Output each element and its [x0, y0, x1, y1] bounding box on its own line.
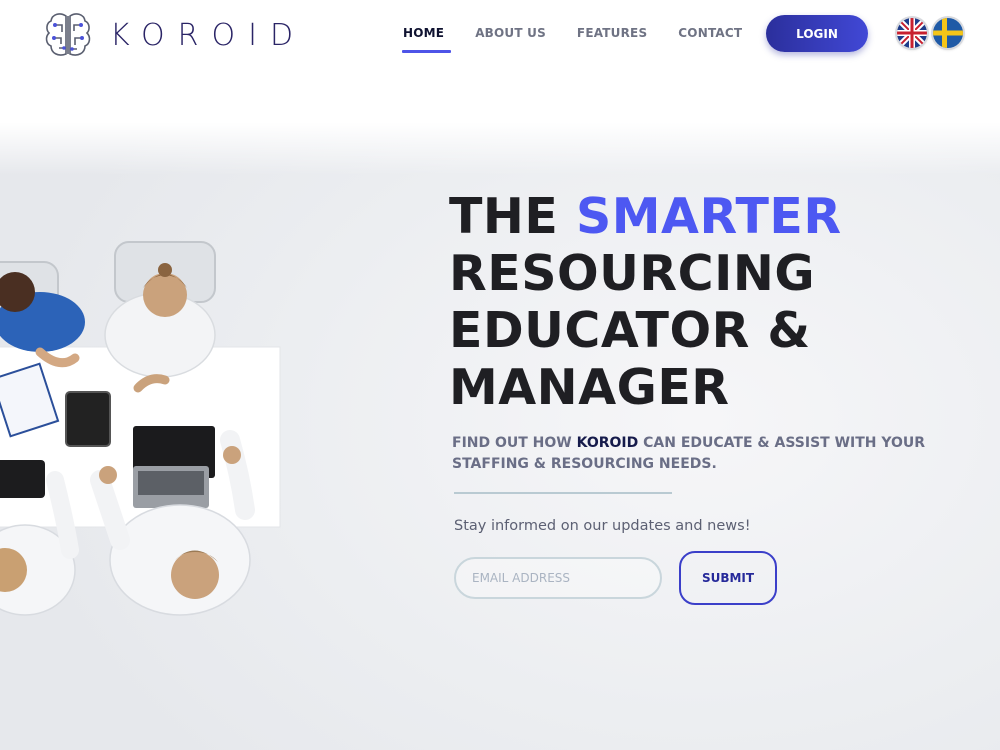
divider	[454, 492, 672, 494]
nav-features[interactable]: FEATURES	[577, 26, 647, 40]
headline-line-3: EDUCATOR &	[449, 302, 811, 359]
email-address-input[interactable]	[454, 557, 662, 599]
headline-line-4: MANAGER	[449, 359, 730, 416]
nav-home[interactable]: HOME	[401, 26, 452, 53]
site-header: KOROID HOME ABOUT US FEATURES CONTACT LO…	[0, 0, 1000, 70]
main-nav: HOME ABOUT US FEATURES CONTACT	[401, 26, 773, 53]
headline-line-2: RESOURCING	[449, 245, 816, 302]
nav-about-us[interactable]: ABOUT US	[475, 26, 546, 40]
nav-contact[interactable]: CONTACT	[678, 26, 742, 40]
subhead-prefix: FIND OUT HOW	[452, 435, 577, 451]
headline-accent: SMARTER	[575, 188, 842, 245]
uk-flag-icon[interactable]	[897, 18, 927, 48]
sweden-flag-icon[interactable]	[933, 18, 963, 48]
submit-button[interactable]: SUBMIT	[679, 551, 777, 605]
subhead-brand: KOROID	[576, 435, 639, 451]
brain-circuit-icon	[45, 13, 91, 56]
brand-name: KOROID	[110, 17, 307, 53]
newsletter-prompt: Stay informed on our updates and news!	[454, 518, 751, 534]
doctors-meeting-illustration	[0, 240, 290, 630]
hero-subheading: FIND OUT HOW KOROID CAN EDUCATE & ASSIST…	[452, 433, 932, 475]
login-button[interactable]: LOGIN	[766, 15, 868, 52]
hero-headline: THE SMARTER RESOURCING EDUCATOR & MANAGE…	[449, 188, 842, 416]
brand-logo[interactable]: KOROID	[44, 10, 306, 60]
headline-prefix: THE	[449, 188, 576, 245]
